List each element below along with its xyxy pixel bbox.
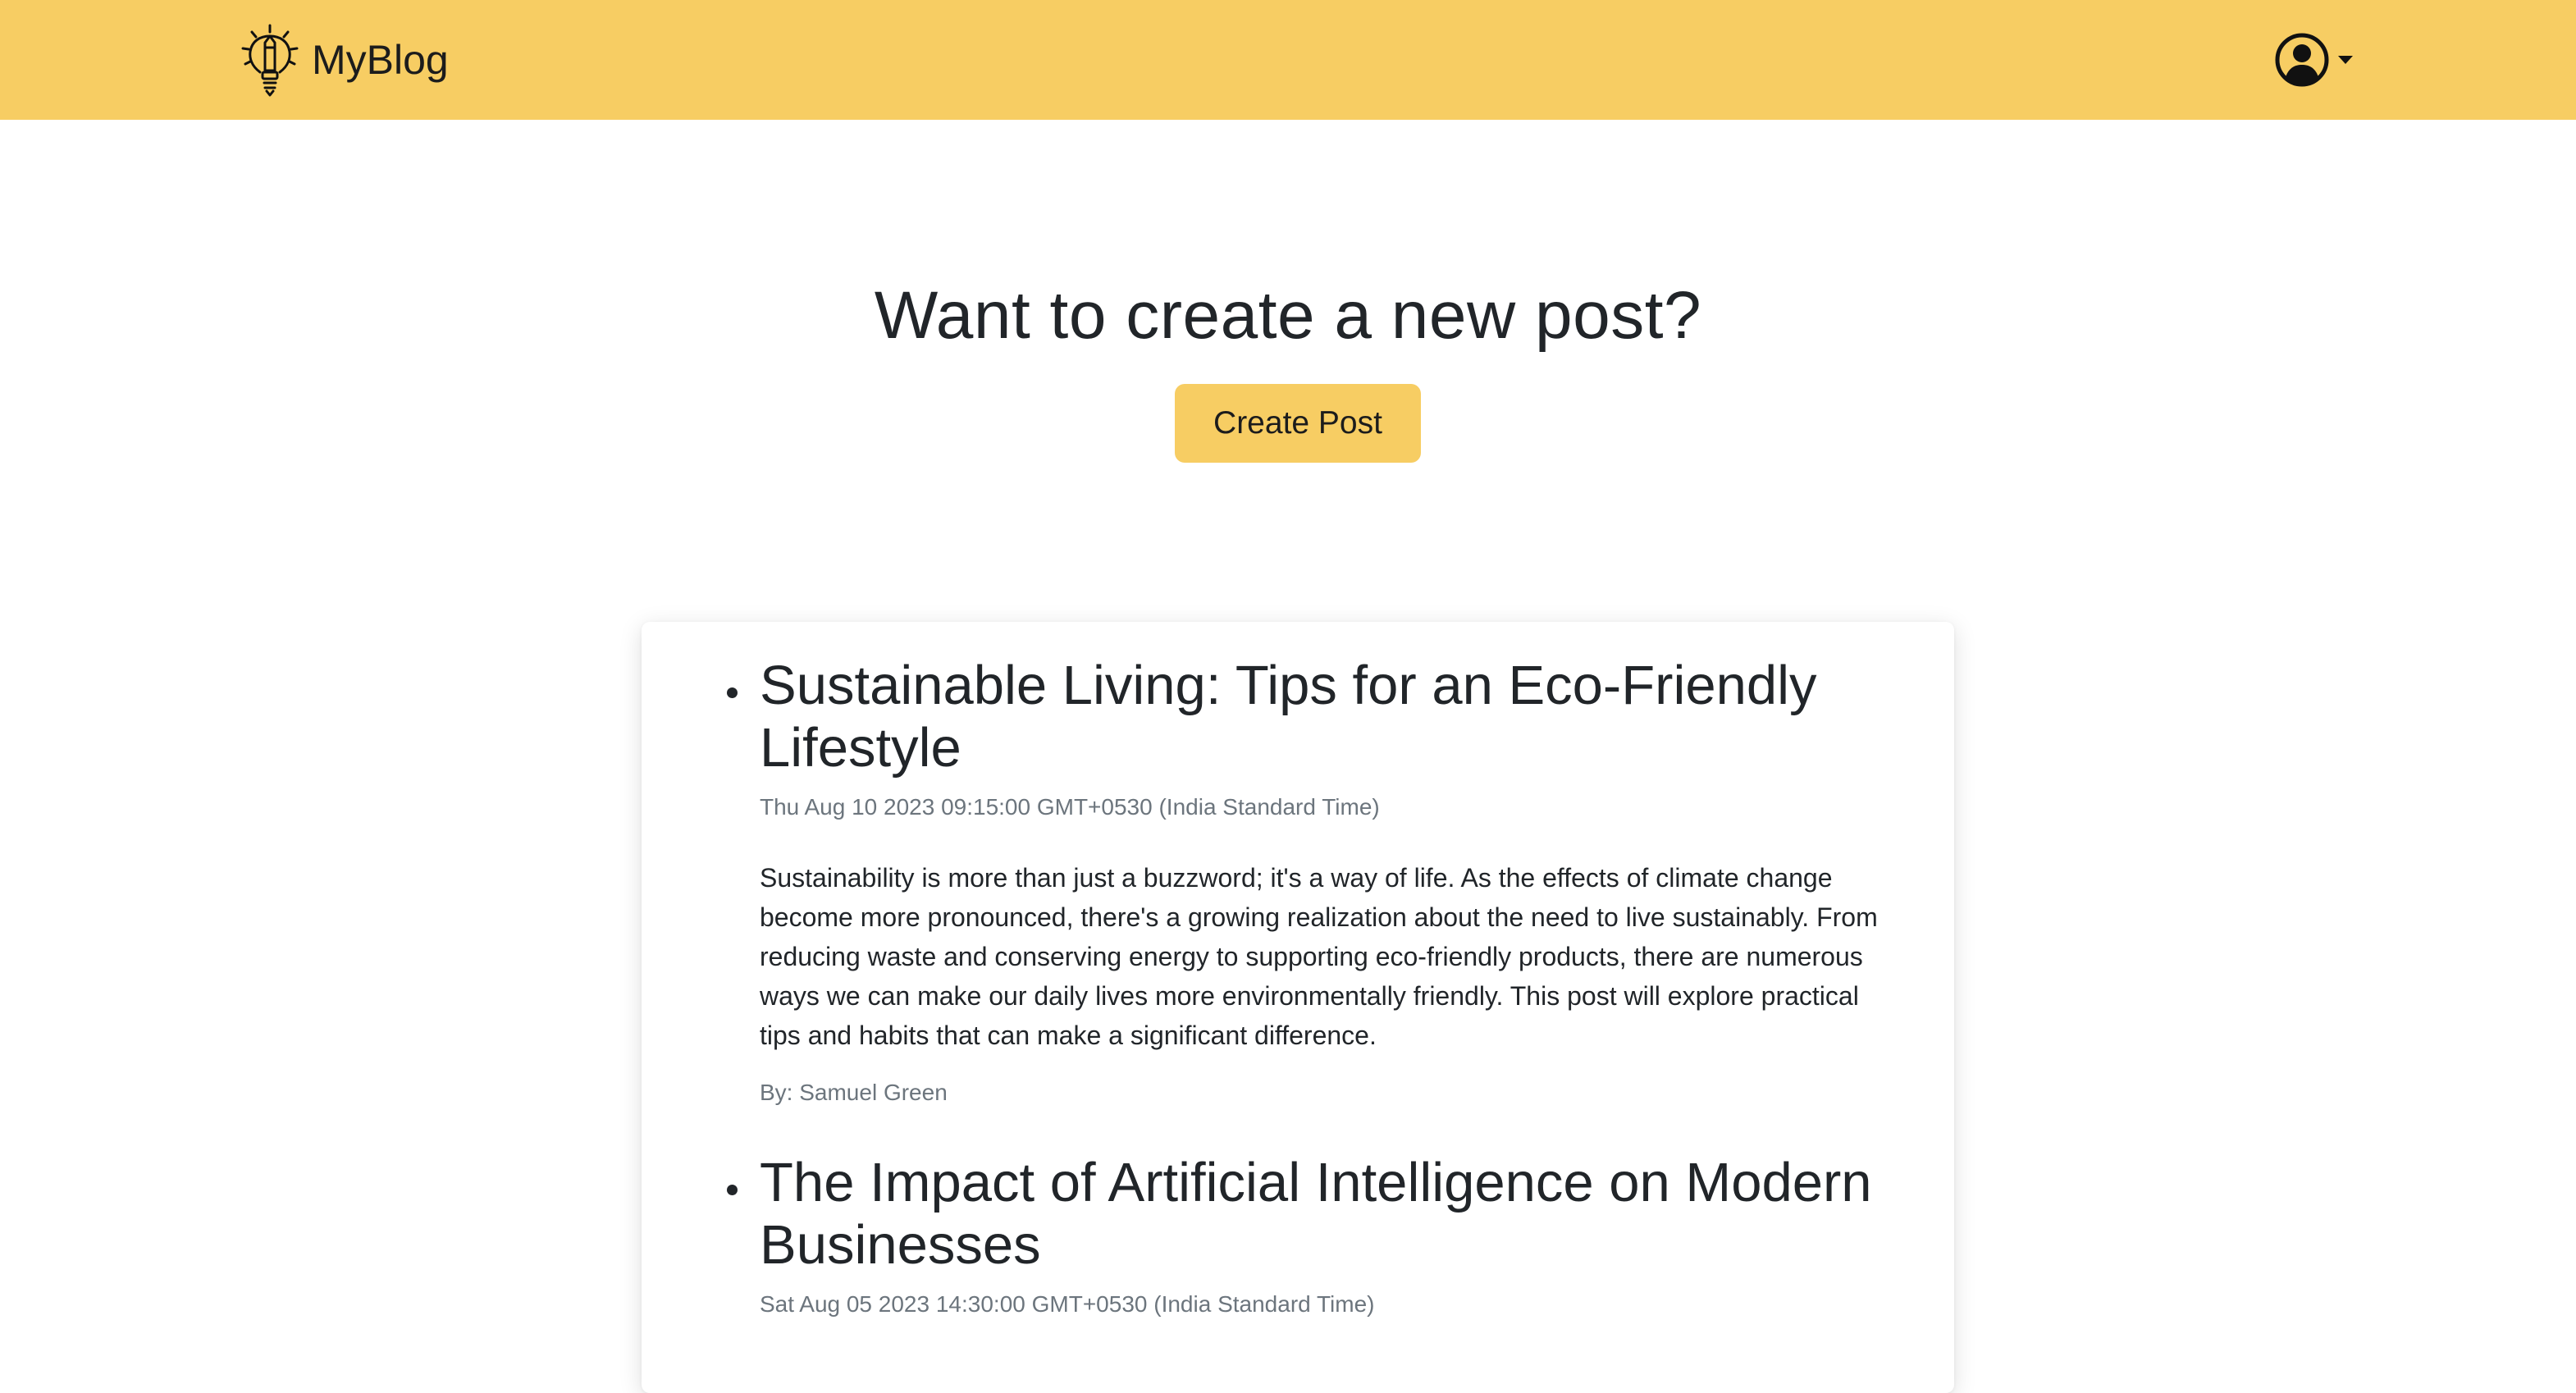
lightbulb-pencil-icon — [241, 24, 299, 97]
brand-name: MyBlog — [312, 37, 449, 83]
post-item: The Impact of Artificial Intelligence on… — [727, 1152, 1892, 1321]
post-item: Sustainable Living: Tips for an Eco-Frie… — [727, 655, 1892, 1109]
caret-down-icon — [2338, 56, 2353, 64]
create-post-button[interactable]: Create Post — [1175, 384, 1421, 463]
post-body: Sustainability is more than just a buzzw… — [760, 863, 1878, 1050]
post-date: Sat Aug 05 2023 14:30:00 GMT+0530 (India… — [760, 1291, 1375, 1317]
post-title: The Impact of Artificial Intelligence on… — [760, 1152, 1872, 1276]
post-title: Sustainable Living: Tips for an Eco-Frie… — [760, 655, 1817, 779]
profile-menu-toggle[interactable] — [2274, 30, 2354, 90]
post-author: By: Samuel Green — [760, 1080, 948, 1105]
posts-card: Sustainable Living: Tips for an Eco-Frie… — [642, 622, 1954, 1393]
user-circle-icon — [2275, 33, 2329, 87]
list-bullet — [727, 687, 738, 698]
list-bullet — [727, 1185, 738, 1195]
post-date: Thu Aug 10 2023 09:15:00 GMT+0530 (India… — [760, 794, 1380, 820]
navbar: MyBlog — [0, 0, 2576, 120]
brand-link[interactable]: MyBlog — [240, 23, 449, 97]
hero-title: Want to create a new post? — [874, 278, 1702, 353]
